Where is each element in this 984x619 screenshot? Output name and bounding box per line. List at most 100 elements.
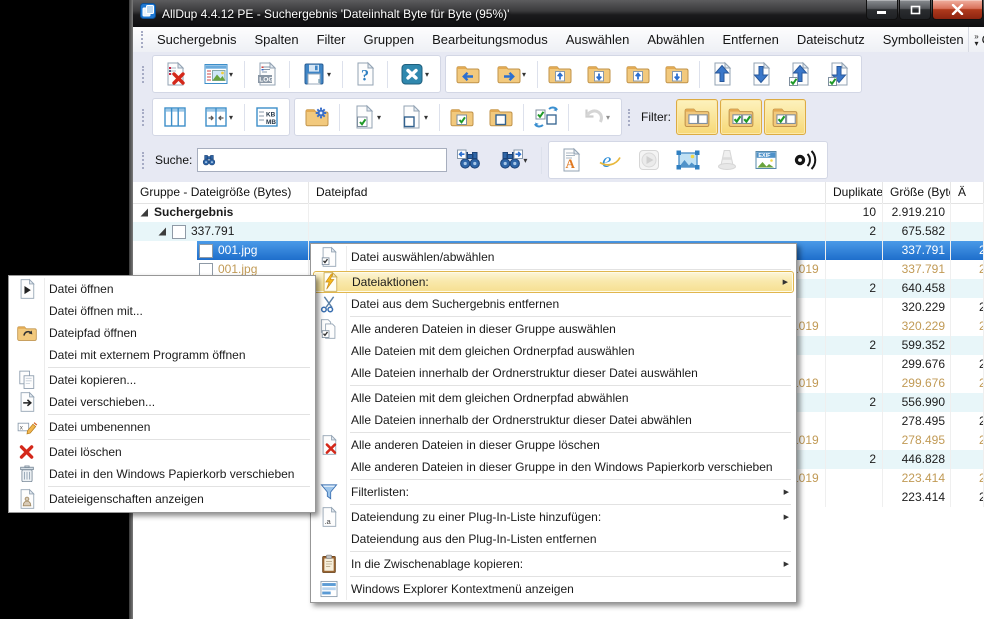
context-menu-item-dateiendung-aus-den-plug-in-listen-entfernen[interactable]: Dateiendung aus den Plug-In-Listen entfe… — [313, 528, 794, 550]
dropdown-arrow-icon[interactable]: ▾ — [523, 156, 527, 165]
duplicate-group-row[interactable]: 337.7912675.582 — [133, 222, 984, 241]
column-header-dateipfad[interactable]: Dateipfad — [309, 182, 826, 203]
file-actions-submenu-item-datei-mit-externem-programm-öffnen[interactable]: Datei mit externem Programm öffnen — [11, 344, 313, 366]
file-actions-submenu-item-datei-verschieben[interactable]: Datei verschieben... — [11, 391, 313, 413]
filter-show-mixed-toggle[interactable] — [764, 99, 806, 135]
filter-show-selected-toggle[interactable] — [720, 99, 762, 135]
dropdown-arrow-icon[interactable]: ▾ — [229, 113, 233, 122]
context-menu-item-alle-dateien-mit-dem-gleichen-ordnerpfad-auswählen[interactable]: Alle Dateien mit dem gleichen Ordnerpfad… — [313, 340, 794, 362]
save-button[interactable]: ▾ — [293, 58, 339, 90]
row-checkbox[interactable] — [199, 244, 213, 258]
next-folder-button[interactable]: ▾ — [488, 58, 534, 90]
file-actions-submenu-item-datei-löschen[interactable]: Datei löschen — [11, 441, 313, 463]
context-menu-item-datei-auswählen-abwählen[interactable]: Datei auswählen/abwählen — [313, 246, 794, 268]
menu-gruppen[interactable]: Gruppen — [354, 29, 423, 50]
column-header-gruppe-dateigröße-bytes[interactable]: Gruppe - Dateigröße (Bytes) — [133, 182, 309, 203]
file-actions-submenu-item-datei-umbenennen[interactable]: xDatei umbenennen — [11, 416, 313, 438]
columns-button[interactable] — [156, 101, 194, 133]
menu-spalten[interactable]: Spalten — [246, 29, 308, 50]
image-viewer-button[interactable] — [669, 144, 707, 176]
context-menu-item-alle-anderen-dateien-in-dieser-gruppe-löschen[interactable]: Alle anderen Dateien in dieser Gruppe lö… — [313, 434, 794, 456]
expand-triangle-icon[interactable] — [140, 208, 149, 217]
dropdown-arrow-icon[interactable]: ▾ — [377, 113, 381, 122]
context-menu-item-alle-dateien-mit-dem-gleichen-ordnerpfad-abwählen[interactable]: Alle Dateien mit dem gleichen Ordnerpfad… — [313, 387, 794, 409]
column-width-button[interactable]: ▾ — [195, 101, 241, 133]
context-menu-item-dateiaktionen[interactable]: Dateiaktionen:▶ — [313, 271, 794, 293]
invert-selection-button[interactable] — [527, 101, 565, 133]
menu-suchergebnis[interactable]: Suchergebnis — [148, 29, 246, 50]
size-unit-button[interactable]: KBMB — [248, 101, 286, 133]
previous-file-button[interactable] — [703, 58, 741, 90]
expand-triangle-icon[interactable] — [158, 227, 167, 236]
close-search-result-button[interactable] — [156, 58, 194, 90]
file-actions-submenu-item-datei-öffnen[interactable]: Datei öffnen — [11, 278, 313, 300]
menu-filter[interactable]: Filter — [308, 29, 355, 50]
find-previous-button[interactable] — [451, 144, 489, 176]
column-header-duplikate[interactable]: Duplikate — [826, 182, 883, 203]
browser-preview-button[interactable]: e — [591, 144, 629, 176]
toolbar-drag-handle[interactable] — [142, 152, 147, 169]
context-menu-item-alle-anderen-dateien-in-dieser-gruppe-auswählen[interactable]: Alle anderen Dateien in dieser Gruppe au… — [313, 318, 794, 340]
column-header-ä[interactable]: Ä — [951, 182, 984, 203]
help-button[interactable]: ? — [346, 58, 384, 90]
dropdown-arrow-icon[interactable]: ▾ — [229, 70, 233, 79]
deselect-file-button[interactable]: ▾ — [390, 101, 436, 133]
toolbar-drag-handle[interactable] — [628, 109, 633, 126]
dropdown-arrow-icon[interactable]: ▾ — [522, 70, 526, 79]
log-button[interactable]: LOG — [248, 58, 286, 90]
previous-selected-file-button[interactable] — [781, 58, 819, 90]
context-menu-item-alle-anderen-dateien-in-dieser-gruppe-in-den-windows-papierkorb-verschieben[interactable]: Alle anderen Dateien in dieser Gruppe in… — [313, 456, 794, 478]
toolbar-drag-handle[interactable] — [141, 31, 143, 48]
context-menu-item-datei-aus-dem-suchergebnis-entfernen[interactable]: Datei aus dem Suchergebnis entfernen — [313, 293, 794, 315]
select-file-button[interactable]: ▾ — [343, 101, 389, 133]
last-group-button[interactable] — [580, 58, 618, 90]
file-actions-submenu-item-dateipfad-öffnen[interactable]: Dateipfad öffnen — [11, 322, 313, 344]
group-settings-button[interactable] — [298, 101, 336, 133]
preview-window-button[interactable]: ▾ — [195, 58, 241, 90]
context-menu-item-filterlisten[interactable]: Filterlisten:▶ — [313, 481, 794, 503]
file-actions-submenu-item-dateieigenschaften-anzeigen[interactable]: Dateieigenschaften anzeigen — [11, 488, 313, 510]
next-selected-file-button[interactable] — [820, 58, 858, 90]
dropdown-arrow-icon[interactable]: ▾ — [424, 113, 428, 122]
minimize-button[interactable] — [866, 0, 898, 20]
dropdown-arrow-icon[interactable]: ▾ — [606, 113, 610, 122]
column-header-größe-bytes[interactable]: Größe (Bytes) — [883, 182, 951, 203]
next-file-button[interactable] — [742, 58, 780, 90]
menu-abwählen[interactable]: Abwählen — [638, 29, 713, 50]
context-menu-item-alle-dateien-innerhalb-der-ordnerstruktur-dieser-datei-auswählen[interactable]: Alle Dateien innerhalb der Ordnerstruktu… — [313, 362, 794, 384]
context-menu-item-alle-dateien-innerhalb-der-ordnerstruktur-dieser-datei-abwählen[interactable]: Alle Dateien innerhalb der Ordnerstruktu… — [313, 409, 794, 431]
toolbar-overflow-button[interactable]: »▾ — [968, 27, 984, 52]
audio-player-button[interactable] — [786, 144, 824, 176]
vlc-player-button[interactable] — [708, 144, 746, 176]
previous-folder-button[interactable] — [449, 58, 487, 90]
menu-symbolleisten[interactable]: Symbolleisten — [874, 29, 973, 50]
menu-auswählen[interactable]: Auswählen — [557, 29, 639, 50]
context-menu-item-windows-explorer-kontextmenü-anzeigen[interactable]: Windows Explorer Kontextmenü anzeigen — [313, 578, 794, 600]
select-group-button[interactable] — [443, 101, 481, 133]
dropdown-arrow-icon[interactable]: ▾ — [327, 70, 331, 79]
file-actions-submenu-item-datei-öffnen-mit[interactable]: Datei öffnen mit... — [11, 300, 313, 322]
file-actions-submenu-item-datei-kopieren[interactable]: Datei kopieren... — [11, 369, 313, 391]
title-bar[interactable]: AllDup 4.4.12 PE - Suchergebnis 'Dateiin… — [133, 0, 984, 28]
menu-dateischutz[interactable]: Dateischutz — [788, 29, 874, 50]
context-menu-item-in-die-zwischenablage-kopieren[interactable]: In die Zwischenablage kopieren:▶ — [313, 553, 794, 575]
close-app-button[interactable]: ▾ — [391, 58, 437, 90]
undo-button[interactable]: ▾ — [572, 101, 618, 133]
maximize-button[interactable] — [899, 0, 931, 20]
file-actions-submenu-item-datei-in-den-windows-papierkorb-verschieben[interactable]: Datei in den Windows Papierkorb verschie… — [11, 463, 313, 485]
dropdown-arrow-icon[interactable]: ▾ — [425, 70, 429, 79]
search-input[interactable] — [217, 150, 446, 170]
close-button[interactable] — [932, 0, 983, 20]
deselect-group-button[interactable] — [482, 101, 520, 133]
result-root-row[interactable]: Suchergebnis102.919.210 — [133, 203, 984, 222]
toolbar-drag-handle[interactable] — [142, 66, 147, 83]
menu-bearbeitungsmodus[interactable]: Bearbeitungsmodus — [423, 29, 557, 50]
row-checkbox[interactable] — [172, 225, 186, 239]
media-player-button[interactable] — [630, 144, 668, 176]
next-group-button[interactable] — [658, 58, 696, 90]
menu-entfernen[interactable]: Entfernen — [713, 29, 787, 50]
previous-group-button[interactable] — [619, 58, 657, 90]
filter-show-unselected-toggle[interactable] — [676, 99, 718, 135]
context-menu-item-dateiendung-zu-einer-plug-in-liste-hinzufügen[interactable]: .aDateiendung zu einer Plug-In-Liste hin… — [313, 506, 794, 528]
first-group-button[interactable] — [541, 58, 579, 90]
